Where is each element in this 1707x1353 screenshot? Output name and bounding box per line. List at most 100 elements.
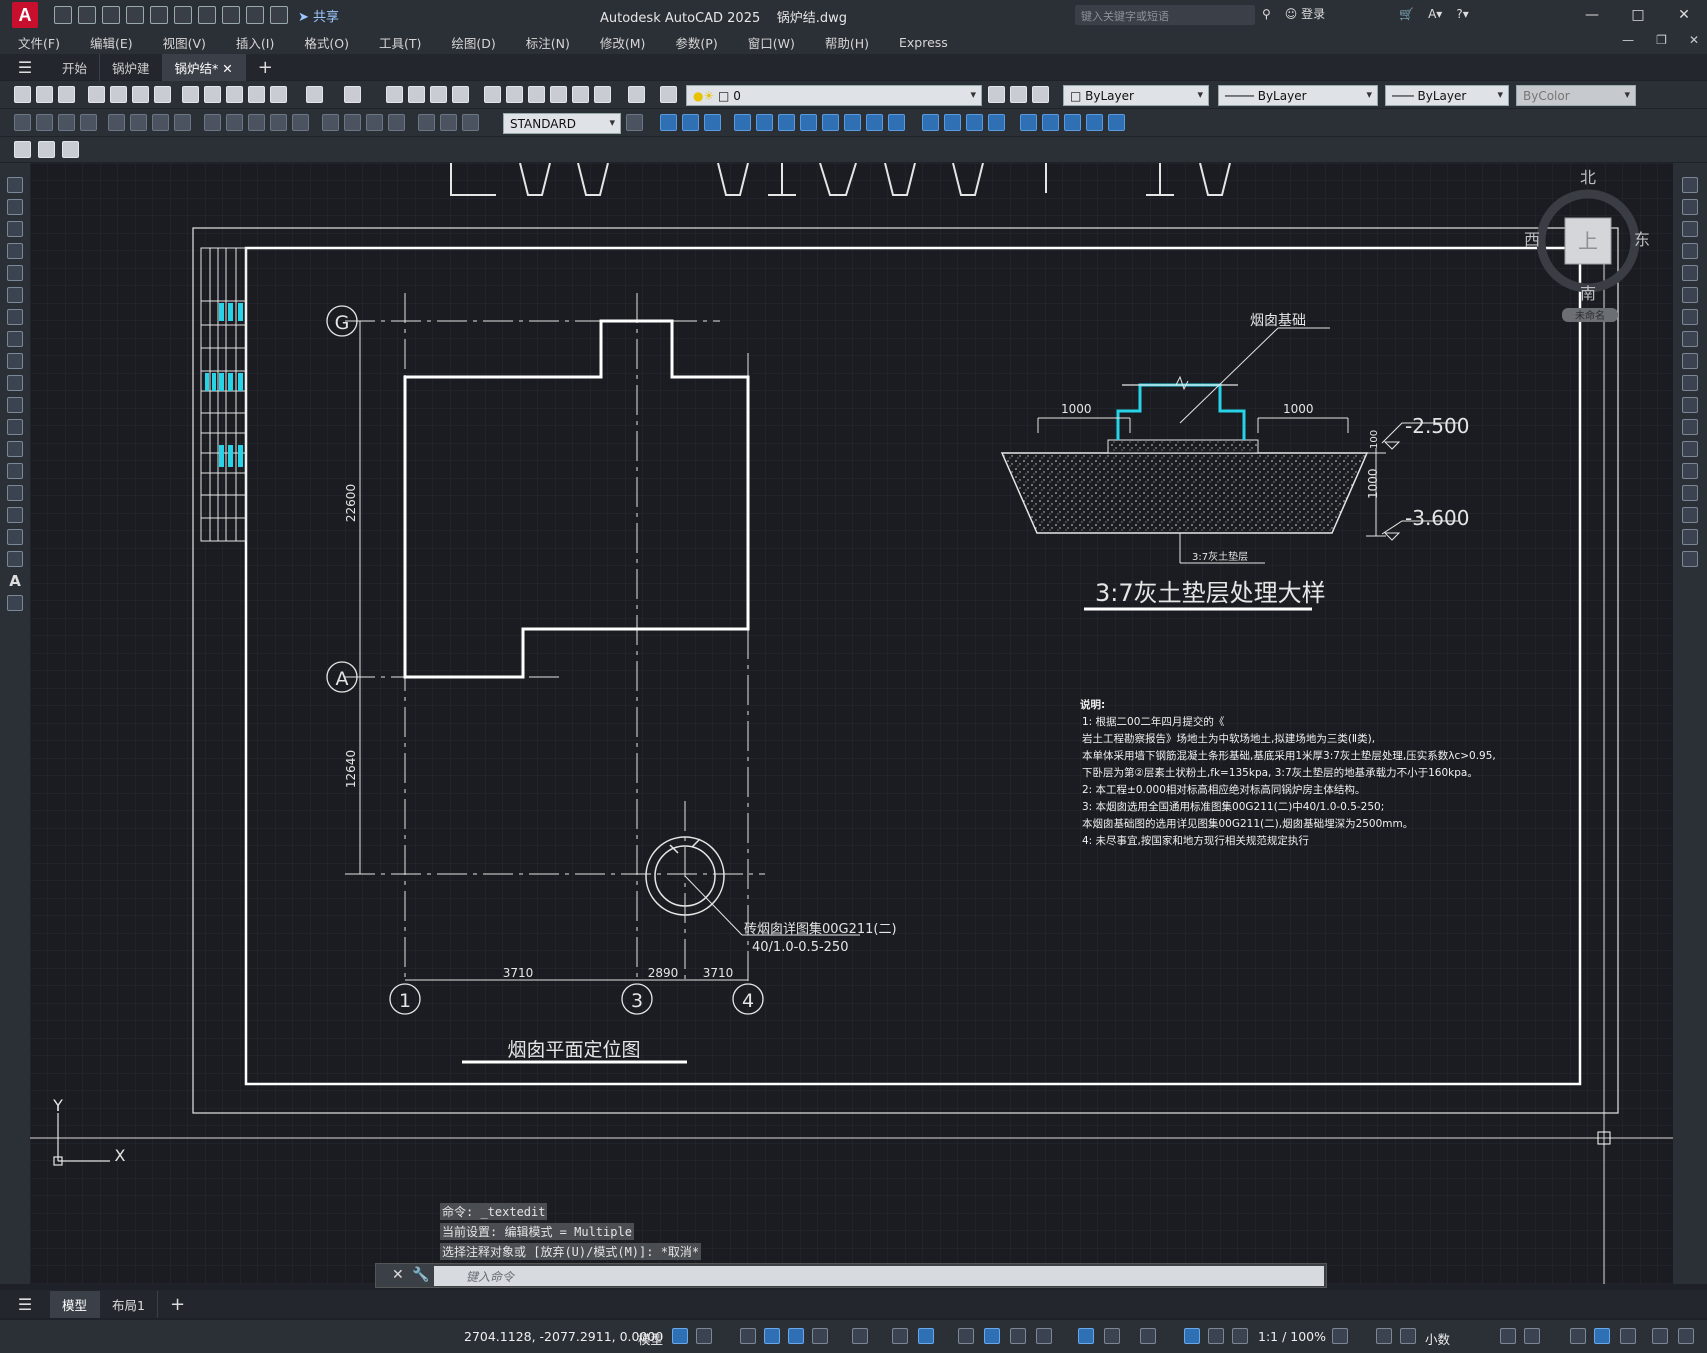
chamfer-object-icon[interactable] — [1682, 485, 1698, 501]
save-toolbar-icon[interactable] — [58, 86, 75, 103]
table-icon[interactable] — [7, 551, 23, 567]
baseline-dim-icon[interactable] — [226, 114, 243, 131]
paste-icon[interactable] — [226, 86, 243, 103]
text-front-icon[interactable] — [1108, 114, 1125, 131]
extend-object-icon[interactable] — [1682, 397, 1698, 413]
layout-tab-model[interactable]: 模型 — [50, 1290, 101, 1318]
qnew-icon[interactable] — [14, 86, 31, 103]
array-object-icon[interactable] — [1682, 265, 1698, 281]
design-center-icon[interactable] — [506, 86, 523, 103]
polyline-icon[interactable] — [7, 221, 23, 237]
viewcube-west[interactable]: 西 — [1524, 230, 1540, 249]
dynamic-input-icon[interactable] — [764, 1328, 780, 1344]
cart-icon[interactable]: 🛒 — [1399, 7, 1414, 21]
pan-icon[interactable] — [386, 86, 403, 103]
doc-close-icon[interactable]: ✕ — [1689, 33, 1699, 47]
ellipse-icon[interactable] — [7, 375, 23, 391]
point-icon[interactable] — [7, 463, 23, 479]
object-snap-tracking-icon[interactable] — [892, 1328, 908, 1344]
save-icon[interactable] — [102, 6, 120, 24]
construction-line-icon[interactable] — [7, 199, 23, 215]
inspect-icon[interactable] — [366, 114, 383, 131]
gradient-icon[interactable] — [7, 507, 23, 523]
menu-tools[interactable]: 工具(T) — [379, 33, 421, 52]
drawing-canvas[interactable]: G A 1 3 4 22600 12640 3710 2890 3710 烟囱平… — [30, 163, 1673, 1284]
search-icon[interactable]: ⚲ — [1262, 7, 1271, 21]
revcloud-icon[interactable] — [7, 331, 23, 347]
diameter-dim-icon[interactable] — [152, 114, 169, 131]
open-icon[interactable] — [36, 86, 53, 103]
rotate-object-icon[interactable] — [1682, 309, 1698, 325]
join-icon[interactable] — [922, 114, 939, 131]
scale-object-icon[interactable] — [1682, 331, 1698, 347]
cut-icon[interactable] — [182, 86, 199, 103]
draworder-above-icon[interactable] — [1064, 114, 1081, 131]
dim-break-icon[interactable] — [292, 114, 309, 131]
undo-icon[interactable] — [222, 6, 240, 24]
coordinates-readout[interactable]: 2704.1128, -2077.2911, 0.0000 — [464, 1329, 663, 1344]
doc-restore-icon[interactable]: ❐ — [1656, 33, 1667, 47]
menu-file[interactable]: 文件(F) — [18, 33, 60, 52]
zoom-window-icon[interactable] — [430, 86, 447, 103]
gizmo-icon[interactable] — [1140, 1328, 1156, 1344]
dim-text-edit-icon[interactable] — [440, 114, 457, 131]
wcs-menu[interactable]: 未命名 — [1575, 309, 1605, 322]
viewcube-south[interactable]: 南 — [1580, 284, 1596, 303]
table-export-icon[interactable] — [38, 141, 55, 158]
help-toolbar-icon[interactable] — [628, 86, 645, 103]
lineweight-dropdown[interactable]: ─── ByLayer — [1385, 85, 1509, 106]
command-close-icon[interactable]: ✕ — [392, 1267, 404, 1283]
3d-print-icon[interactable] — [154, 86, 171, 103]
object-snap-icon[interactable] — [918, 1328, 934, 1344]
selection-filter-icon[interactable] — [1104, 1328, 1120, 1344]
graphics-performance-icon[interactable] — [1594, 1328, 1610, 1344]
layer-state-icon[interactable] — [1032, 86, 1049, 103]
login-button[interactable]: ☺ 登录 — [1285, 5, 1325, 22]
command-input[interactable]: 键入命令 — [434, 1266, 1324, 1286]
zoom-previous-icon[interactable] — [452, 86, 469, 103]
menu-parametric[interactable]: 参数(P) — [675, 33, 717, 52]
match-prop-icon[interactable] — [248, 86, 265, 103]
draworder-under-icon[interactable] — [1086, 114, 1103, 131]
redo-toolbar-icon[interactable] — [344, 86, 361, 103]
lock-ui-icon[interactable] — [1524, 1328, 1540, 1344]
offset-object-icon[interactable] — [1682, 243, 1698, 259]
minimize-icon[interactable]: — — [1569, 0, 1615, 30]
continue-dim-icon[interactable] — [248, 114, 265, 131]
menu-draw[interactable]: 绘图(D) — [451, 33, 495, 52]
spline-icon[interactable] — [7, 353, 23, 369]
ordinate-dim-icon[interactable] — [80, 114, 97, 131]
plot-preview-icon[interactable] — [110, 86, 127, 103]
tab-boiler-struct[interactable]: 锅炉结* ✕ — [162, 53, 246, 81]
fullscreen-icon[interactable] — [1652, 1328, 1668, 1344]
help-icon[interactable]: ?▾ — [1456, 7, 1468, 21]
tool-palettes-icon[interactable] — [528, 86, 545, 103]
dim-style-icon[interactable] — [626, 114, 643, 131]
circle-icon[interactable] — [7, 309, 23, 325]
sheet-set-icon[interactable] — [550, 86, 567, 103]
model-space-toggle[interactable]: 模型 — [638, 1329, 663, 1348]
dim-style-dropdown[interactable]: STANDARD — [503, 113, 621, 134]
array-icon[interactable] — [734, 114, 751, 131]
calculator-icon[interactable] — [594, 86, 611, 103]
tab-boiler-arch[interactable]: 锅炉建 — [100, 53, 163, 81]
draworder-front-icon[interactable] — [1020, 114, 1037, 131]
scale-icon[interactable] — [800, 114, 817, 131]
join-object-icon[interactable] — [1682, 463, 1698, 479]
mtext-icon[interactable]: A — [7, 573, 23, 589]
break-point-icon[interactable] — [1682, 419, 1698, 435]
mirror-object-icon[interactable] — [1682, 221, 1698, 237]
trim-object-icon[interactable] — [1682, 375, 1698, 391]
zoom-realtime-icon[interactable] — [408, 86, 425, 103]
quick-properties-icon[interactable] — [1500, 1328, 1516, 1344]
ortho-toggle-icon[interactable] — [788, 1328, 804, 1344]
menu-format[interactable]: 格式(O) — [304, 33, 349, 52]
3d-osnap-icon[interactable] — [1036, 1328, 1052, 1344]
stretch-object-icon[interactable] — [1682, 353, 1698, 369]
dim-space-icon[interactable] — [270, 114, 287, 131]
rotate-icon[interactable] — [778, 114, 795, 131]
block-editor-icon[interactable] — [270, 86, 287, 103]
polar-tracking-icon[interactable] — [812, 1328, 828, 1344]
move-icon[interactable] — [756, 114, 773, 131]
erase-icon[interactable] — [1682, 177, 1698, 193]
